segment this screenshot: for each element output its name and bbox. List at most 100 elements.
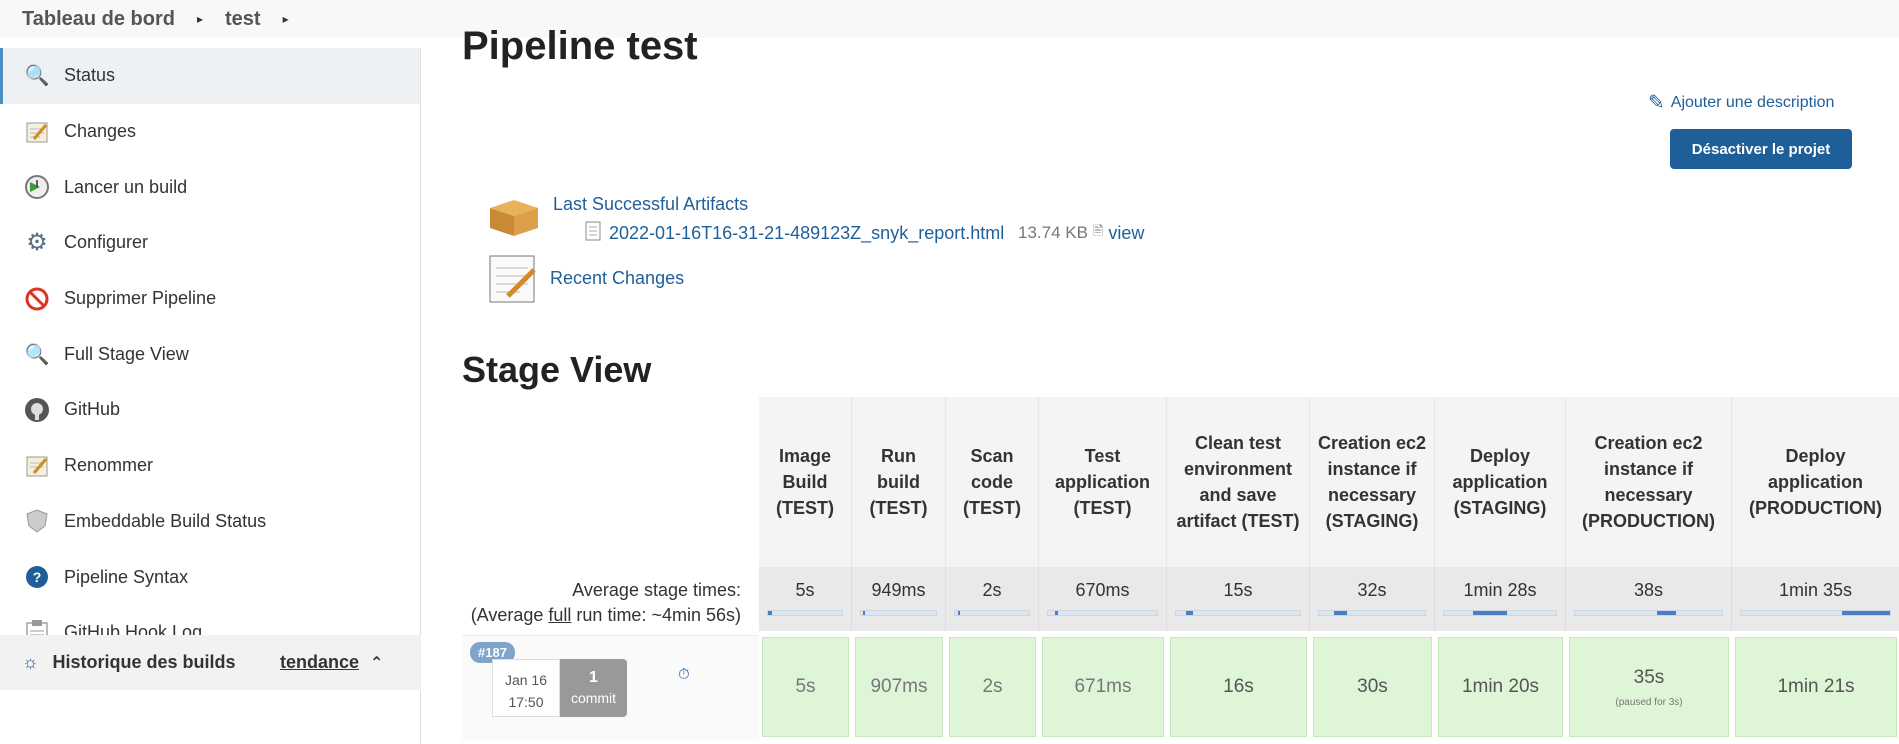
pencil-icon: ✎ [1648, 92, 1665, 114]
stage-view-title: Stage View [462, 349, 652, 390]
document-icon [585, 221, 601, 246]
github-icon [22, 395, 52, 425]
svg-text:?: ? [33, 569, 42, 585]
stage-duration: 671ms [1074, 676, 1132, 697]
stage-average: 38s [1566, 567, 1732, 631]
breadcrumb: Tableau de bord ▸ test ▸ [0, 0, 1899, 38]
stage-header: Deploy application (PRODUCTION) [1732, 397, 1899, 567]
stage-cell[interactable]: 2s [949, 637, 1036, 737]
page-title: Pipeline test [462, 24, 698, 68]
stage-average-value: 949ms [871, 580, 926, 600]
help-icon: ? [22, 562, 52, 592]
artifact-size: 13.74 KB 🖹 view [1018, 222, 1144, 244]
sidebar-item-rename[interactable]: Renommer [0, 438, 420, 494]
stage-cell[interactable]: 5s [762, 637, 849, 737]
stage-average-bar [954, 610, 1030, 616]
add-description-link[interactable]: ✎ Ajouter une description [1648, 90, 1834, 115]
stage-cell[interactable]: 30s [1313, 637, 1432, 737]
notepad-icon [22, 451, 52, 481]
last-successful-artifacts-link[interactable]: Last Successful Artifacts [553, 194, 748, 215]
stage-average-bar-fill [768, 611, 772, 615]
build-history-label: Historique des builds [52, 652, 236, 672]
sidebar-item-label: Status [64, 65, 116, 86]
sidebar-item-label: Pipeline Syntax [64, 566, 189, 587]
build-history-header: ☼ Historique des builds tendance ⌃ [0, 635, 421, 690]
stage-average-value: 15s [1223, 580, 1253, 600]
stage-average-bar [1443, 610, 1557, 616]
stage-average-value: 38s [1633, 580, 1664, 600]
chevron-up-icon[interactable]: ⌃ [370, 653, 383, 673]
stage-duration: 35s [1633, 666, 1665, 688]
avg-label-line1: Average stage times: [572, 580, 741, 600]
stage-cell[interactable]: 16s [1170, 637, 1307, 737]
artifact-file-link[interactable]: 2022-01-16T16-31-21-489123Z_snyk_report.… [609, 223, 1004, 244]
build-row-187[interactable]: #187 Jan 16 17:50 1 commit ⏱ [462, 635, 759, 740]
disable-project-button[interactable]: Désactiver le projet [1670, 129, 1852, 169]
breadcrumb-dashboard[interactable]: Tableau de bord [22, 8, 175, 31]
artifact-view-link[interactable]: view [1108, 223, 1144, 244]
stage-header: Creation ec2 instance if necessary (STAG… [1310, 397, 1435, 567]
stage-paused-note: (paused for 3s) [1615, 696, 1683, 708]
artifact-size-value: 13.74 KB [1018, 223, 1088, 242]
commit-count[interactable]: 1 commit [560, 659, 627, 717]
stage-average-bar-fill [862, 611, 865, 615]
stage-average: 32s [1310, 567, 1435, 631]
stage-cell[interactable]: 1min 20s [1438, 637, 1563, 737]
sun-icon: ☼ [22, 652, 39, 672]
stage-header: Run build (TEST) [852, 397, 946, 567]
stage-average: 670ms [1039, 567, 1167, 631]
stage-header: Image Build (TEST) [759, 397, 852, 567]
sidebar-item-status[interactable]: 🔍 Status [0, 48, 420, 104]
stage-average-bar [1047, 610, 1158, 616]
stage-average-bar [1574, 610, 1723, 616]
stage-average-value: 670ms [1075, 580, 1130, 600]
stage-average: 949ms [852, 567, 946, 631]
trend-link[interactable]: tendance [280, 652, 359, 673]
sidebar-item-delete[interactable]: Supprimer Pipeline [0, 271, 420, 327]
chevron-right-icon[interactable]: ▸ [197, 12, 203, 26]
artifact-file: 2022-01-16T16-31-21-489123Z_snyk_report.… [585, 221, 1004, 246]
sidebar-item-github[interactable]: GitHub [0, 382, 420, 438]
avg-label-line2: (Average full run time: ~4min 56s) [470, 605, 741, 625]
stage-average-bar-fill [1842, 611, 1890, 615]
sidebar-item-configure[interactable]: ⚙ Configurer [0, 215, 420, 271]
stage-average-bar-fill [1473, 611, 1507, 615]
sidebar-item-embeddable-status[interactable]: Embeddable Build Status [0, 494, 420, 550]
sidebar-item-full-stage-view[interactable]: 🔍 Full Stage View [0, 326, 420, 382]
stage-average-bar-fill [957, 611, 961, 615]
clock-icon[interactable]: ⏱ [678, 666, 690, 683]
stage-average-bar [1740, 610, 1891, 616]
stage-cell[interactable]: 1min 21s [1735, 637, 1897, 737]
breadcrumb-job[interactable]: test [225, 8, 261, 31]
magnifier-icon: 🔍 [24, 65, 50, 88]
stage-average-bar-fill [1185, 611, 1194, 615]
stage-header: Creation ec2 instance if necessary (PROD… [1566, 397, 1732, 567]
sidebar-item-label: Lancer un build [64, 176, 188, 197]
sidebar-item-label: Changes [64, 121, 137, 142]
stage-duration: 5s [795, 676, 816, 697]
stage-average-bar [860, 610, 937, 616]
stage-cell[interactable]: 671ms [1042, 637, 1164, 737]
average-stage-times-label: Average stage times: (Average full run t… [458, 578, 741, 628]
notepad-icon [22, 117, 52, 147]
sidebar-item-pipeline-syntax[interactable]: ? Pipeline Syntax [0, 549, 420, 605]
stage-header: Deploy application (STAGING) [1435, 397, 1566, 567]
stage-duration: 907ms [870, 676, 928, 697]
commit-count-value: 1 [589, 669, 598, 686]
stage-average-bar-fill [1657, 611, 1677, 615]
chevron-right-icon[interactable]: ▸ [283, 12, 289, 26]
recent-changes-link[interactable]: Recent Changes [550, 268, 684, 289]
notepad-icon [489, 255, 536, 303]
stage-duration: 2s [982, 676, 1003, 697]
stage-cell[interactable]: 35s (paused for 3s) [1569, 637, 1729, 737]
stage-average-bar [1318, 610, 1426, 616]
no-entry-icon [22, 284, 52, 314]
stage-duration: 1min 21s [1777, 676, 1855, 697]
stage-average: 2s [946, 567, 1039, 631]
gear-icon: ⚙ [26, 229, 48, 257]
sidebar-item-build-now[interactable]: Lancer un build [0, 159, 420, 215]
sidebar-item-changes[interactable]: Changes [0, 104, 420, 160]
stage-cell[interactable]: 907ms [855, 637, 943, 737]
stage-duration: 16s [1223, 676, 1254, 697]
package-icon [490, 200, 538, 236]
